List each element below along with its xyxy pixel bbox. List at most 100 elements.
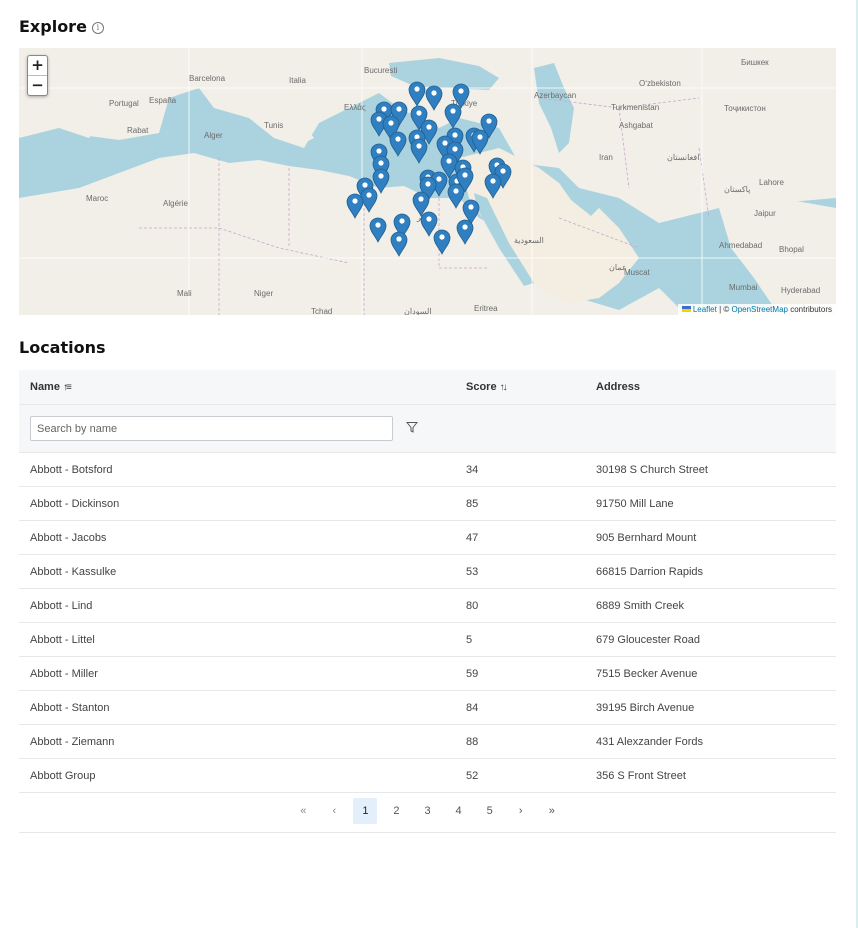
score-cell: 80 (455, 588, 585, 623)
place-label: Tunis (264, 121, 283, 130)
table-row[interactable]: Abbott - Kassulke 53 66815 Darrion Rapids (19, 554, 836, 589)
score-cell: 5 (455, 622, 585, 657)
place-label: Rabat (127, 126, 149, 135)
table-row[interactable]: Abbott Group 52 356 S Front Street (19, 758, 836, 793)
place-label: Oʻzbekiston (639, 79, 681, 88)
place-label: Бишкек (741, 58, 769, 67)
first-page-button[interactable]: « (291, 798, 315, 824)
place-label: Lahore (759, 178, 784, 187)
place-label: Hyderabad (781, 286, 820, 295)
score-cell: 88 (455, 724, 585, 759)
zoom-control: + − (27, 55, 48, 96)
name-header-label: Name (30, 381, 60, 393)
table-row[interactable]: Abbott - Lind 80 6889 Smith Creek (19, 588, 836, 623)
table-row[interactable]: Abbott - Jacobs 47 905 Bernhard Mount (19, 520, 836, 555)
place-label: Mali (177, 289, 192, 298)
zoom-out-button[interactable]: − (28, 76, 47, 95)
place-label: Turkmenistan (611, 103, 659, 112)
prev-page-button[interactable]: ‹ (322, 798, 346, 824)
score-cell: 84 (455, 690, 585, 725)
name-cell: Abbott - Jacobs (19, 520, 455, 555)
place-label: السودان (404, 307, 432, 315)
table-row[interactable]: Abbott - Stanton 84 39195 Birch Avenue (19, 690, 836, 725)
table-header-row: Name ↑≡ Score ↑↓ Address (19, 370, 836, 405)
osm-link[interactable]: OpenStreetMap (731, 305, 787, 314)
explore-heading: Explore i (19, 17, 104, 36)
place-label: Ελλάς (344, 103, 366, 112)
place-label: Azerbaycan (534, 91, 576, 100)
locations-title: Locations (19, 338, 106, 357)
ukraine-flag-icon (681, 306, 691, 312)
page-button-1[interactable]: 1 (353, 798, 378, 824)
score-column-header[interactable]: Score ↑↓ (455, 370, 585, 405)
place-label: Jaipur (754, 209, 776, 218)
sort-ascending-icon[interactable]: ↑≡ (63, 382, 72, 393)
locations-table: Name↑≡ Score↑↓ Address Abbott - Botsford… (19, 370, 836, 793)
place-label: Alger (204, 131, 223, 140)
table-row[interactable]: Abbott - Dickinson 85 91750 Mill Lane (19, 486, 836, 521)
page-button-4[interactable]: 4 (447, 798, 471, 824)
place-label: Barcelona (189, 74, 226, 83)
page-button-3[interactable]: 3 (416, 798, 440, 824)
place-label: Bhopal (779, 245, 804, 254)
address-cell: 91750 Mill Lane (585, 486, 836, 521)
attribution-separator: | © (716, 305, 732, 314)
india (719, 198, 836, 315)
score-cell: 85 (455, 486, 585, 521)
place-label: Iran (599, 153, 613, 162)
sort-icon[interactable]: ↑↓ (500, 382, 508, 393)
address-cell: 431 Alexzander Fords (585, 724, 836, 759)
info-icon[interactable]: i (91, 22, 104, 34)
map-marker-icon[interactable] (444, 103, 462, 129)
address-column-header: Address (585, 370, 836, 405)
place-label: Portugal (109, 99, 139, 108)
place-label: Tchad (311, 307, 332, 315)
address-cell: 6889 Smith Creek (585, 588, 836, 623)
place-label: Muscat (624, 268, 651, 277)
place-label: السعودية (514, 236, 544, 245)
score-cell: 59 (455, 656, 585, 691)
name-cell: Abbott Group (19, 758, 455, 793)
pagination: « ‹ 1 2 3 4 5 › » (19, 798, 836, 833)
last-page-button[interactable]: » (540, 798, 564, 824)
place-label: Тоҷикистон (724, 104, 766, 113)
attribution-suffix: contributors (787, 305, 832, 314)
table-row[interactable]: Abbott - Botsford 34 30198 S Church Street (19, 452, 836, 487)
score-cell: 34 (455, 452, 585, 487)
place-label: Italia (289, 76, 306, 85)
place-label: España (149, 96, 177, 105)
map-marker-icon[interactable] (410, 138, 428, 164)
place-label: Algérie (163, 199, 188, 208)
address-cell: 7515 Becker Avenue (585, 656, 836, 691)
leaflet-link[interactable]: Leaflet (693, 305, 717, 314)
map[interactable]: Bucuresti Barcelona Italia España Portug… (19, 48, 836, 315)
name-cell: Abbott - Littel (19, 622, 455, 657)
search-input[interactable] (30, 416, 393, 441)
map-marker-icon[interactable] (389, 131, 407, 157)
name-cell: Abbott - Dickinson (19, 486, 455, 521)
score-cell: 47 (455, 520, 585, 555)
place-label: Ahmedabad (719, 241, 762, 250)
zoom-in-button[interactable]: + (28, 56, 47, 76)
page-button-5[interactable]: 5 (478, 798, 502, 824)
name-cell: Abbott - Lind (19, 588, 455, 623)
table-row[interactable]: Abbott - Ziemann 88 431 Alexzander Fords (19, 724, 836, 759)
name-cell: Abbott - Kassulke (19, 554, 455, 589)
name-column-header[interactable]: Name ↑≡ (19, 370, 455, 405)
filter-icon[interactable] (406, 421, 419, 436)
next-page-button[interactable]: › (509, 798, 533, 824)
score-cell: 53 (455, 554, 585, 589)
place-label: Maroc (86, 194, 108, 203)
place-label: افغانستان (667, 153, 699, 162)
table-row[interactable]: Abbott - Littel 5 679 Gloucester Road (19, 622, 836, 657)
address-header-label: Address (596, 381, 641, 393)
iberia (79, 86, 169, 140)
map-attribution: Leaflet | © OpenStreetMap contributors (677, 304, 836, 315)
explore-title: Explore (19, 17, 87, 36)
table-row[interactable]: Abbott - Miller 59 7515 Becker Avenue (19, 656, 836, 691)
place-label: Mumbai (729, 283, 758, 292)
place-label: عمان (609, 263, 627, 272)
name-cell: Abbott - Ziemann (19, 724, 455, 759)
address-cell: 30198 S Church Street (585, 452, 836, 487)
page-button-2[interactable]: 2 (384, 798, 408, 824)
